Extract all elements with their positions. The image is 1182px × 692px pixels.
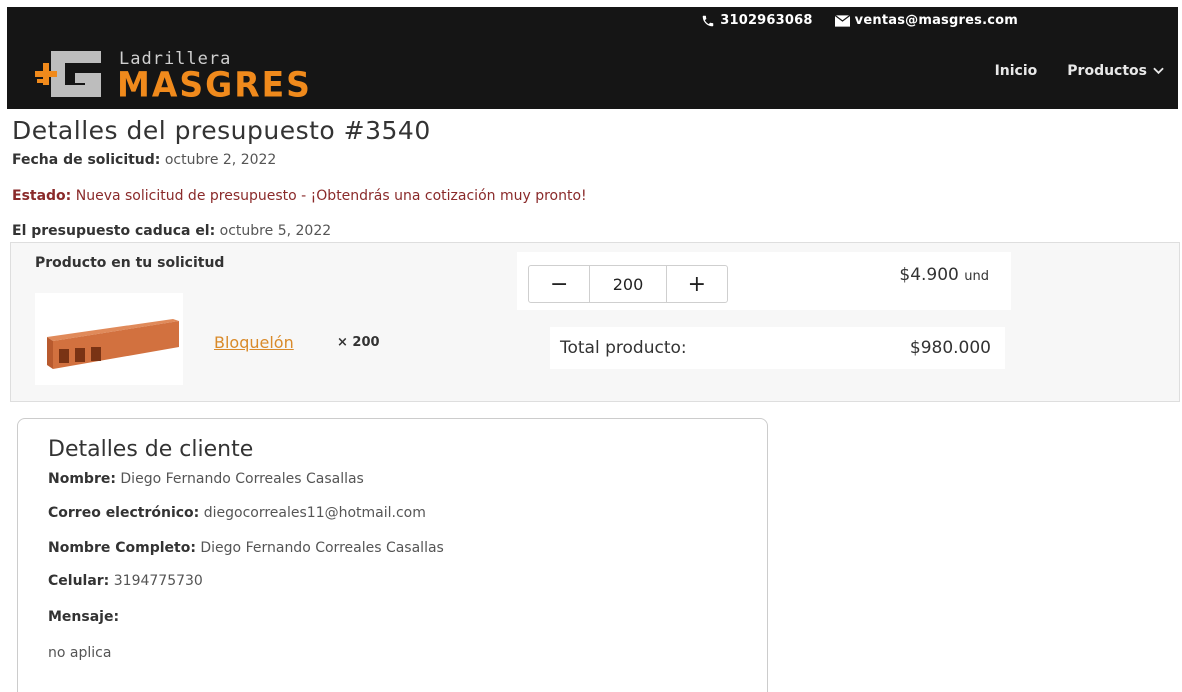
quantity-input[interactable]: 200 (589, 266, 667, 302)
client-email-label: Correo electrónico: (48, 505, 200, 521)
total-label: Total producto: (560, 338, 687, 358)
nav-item-label: Productos (1067, 63, 1147, 79)
client-fullname-label: Nombre Completo: (48, 540, 196, 556)
client-email-value: diegocorreales11@hotmail.com (203, 505, 426, 521)
product-name-link[interactable]: Bloquelón (214, 333, 294, 352)
logo-mark-icon (35, 51, 101, 97)
client-phone-label: Celular: (48, 573, 110, 589)
client-fullname-row: Nombre Completo: Diego Fernando Correale… (48, 540, 444, 556)
brick-image-icon (47, 319, 179, 369)
unit-label: und (964, 269, 989, 284)
product-quantity: × 200 (337, 335, 380, 350)
request-date-value: octubre 2, 2022 (164, 152, 277, 168)
quantity-box: − 200 + $4.900 und (517, 252, 1011, 310)
product-image[interactable] (35, 293, 183, 385)
product-panel-title: Producto en tu solicitud (35, 255, 225, 271)
total-value: $980.000 (909, 338, 991, 358)
client-details-title: Detalles de cliente (48, 437, 254, 462)
logo-brand: MASGRES (117, 64, 312, 105)
expires-row: El presupuesto caduca el: octubre 5, 202… (12, 223, 331, 239)
client-details-card: Detalles de cliente Nombre: Diego Fernan… (17, 418, 768, 692)
client-message-label-row: Mensaje: (48, 609, 119, 625)
client-phone-value: 3194775730 (113, 573, 203, 589)
email-address: ventas@masgres.com (854, 13, 1018, 28)
page-title: Detalles del presupuesto #3540 (12, 116, 431, 145)
nav-item-label: Inicio (994, 63, 1038, 79)
product-total: Total producto: $980.000 (550, 327, 1005, 369)
quantity-stepper[interactable]: − 200 + (528, 265, 728, 303)
client-name-row: Nombre: Diego Fernando Correales Casalla… (48, 471, 364, 487)
expires-value: octubre 5, 2022 (219, 223, 332, 239)
phone-contact[interactable]: 3102963068 (701, 13, 812, 28)
main-nav: Inicio Productos (995, 63, 1164, 79)
unit-price: $4.900 und (899, 265, 989, 285)
client-name-value: Diego Fernando Correales Casallas (120, 471, 364, 487)
unit-price-value: $4.900 (899, 265, 959, 285)
nav-item-productos[interactable]: Productos (1067, 63, 1164, 79)
chevron-down-icon (1153, 67, 1164, 75)
client-message-value: no aplica (48, 645, 112, 661)
phone-number: 3102963068 (720, 13, 813, 28)
client-message-label: Mensaje: (48, 609, 120, 625)
increment-button[interactable]: + (667, 266, 727, 302)
site-header: 3102963068 ventas@masgres.com Ladrillera… (7, 7, 1178, 109)
email-contact[interactable]: ventas@masgres.com (834, 13, 1018, 28)
status-label: Estado: (12, 188, 72, 204)
client-name-label: Nombre: (48, 471, 116, 487)
decrement-button[interactable]: − (529, 266, 589, 302)
phone-icon (702, 15, 714, 26)
status-row: Estado: Nueva solicitud de presupuesto -… (12, 188, 587, 204)
client-email-row: Correo electrónico: diegocorreales11@hot… (48, 505, 426, 521)
status-value: Nueva solicitud de presupuesto - ¡Obtend… (75, 188, 587, 204)
request-date-label: Fecha de solicitud: (12, 152, 161, 168)
contact-bar: 3102963068 ventas@masgres.com (701, 13, 1018, 28)
site-logo[interactable]: Ladrillera MASGRES (35, 43, 375, 105)
request-date-row: Fecha de solicitud: octubre 2, 2022 (12, 152, 276, 168)
expires-label: El presupuesto caduca el: (12, 223, 216, 239)
mail-icon (834, 14, 850, 27)
product-panel: Producto en tu solicitud Bloquelón × 200… (10, 242, 1180, 402)
nav-item-inicio[interactable]: Inicio (995, 63, 1038, 79)
client-fullname-value: Diego Fernando Correales Casallas (200, 540, 444, 556)
client-phone-row: Celular: 3194775730 (48, 573, 203, 589)
